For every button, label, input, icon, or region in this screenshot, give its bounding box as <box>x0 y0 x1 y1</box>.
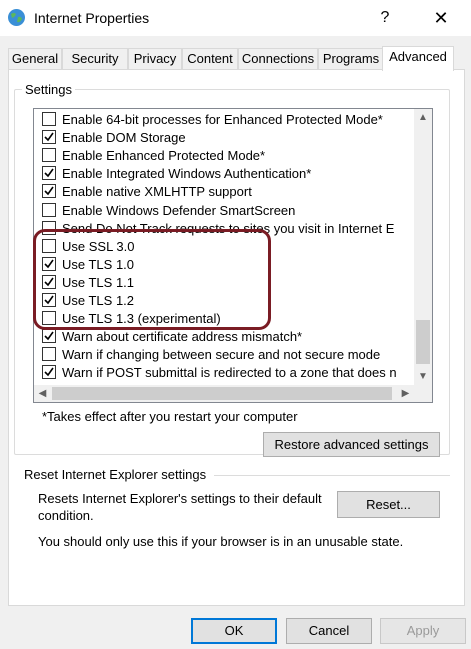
tab-privacy[interactable]: Privacy <box>128 48 182 70</box>
checkbox-unchecked-icon[interactable] <box>42 311 56 326</box>
reset-button[interactable]: Reset... <box>337 491 440 518</box>
setting-option-label: Send Do Not Track requests to sites you … <box>62 220 395 236</box>
scroll-right-icon[interactable]: ▶ <box>397 385 414 402</box>
apply-button[interactable]: Apply <box>380 618 466 644</box>
scroll-down-icon[interactable]: ▼ <box>414 368 432 385</box>
setting-option[interactable]: Send Do Not Track requests to sites you … <box>42 220 395 238</box>
checkbox-checked-icon[interactable] <box>42 365 56 380</box>
setting-option-label: Use TLS 1.2 <box>62 293 135 308</box>
setting-option[interactable]: Use TLS 1.2 <box>42 292 135 310</box>
checkbox-unchecked-icon[interactable] <box>42 112 56 126</box>
checkbox-unchecked-icon[interactable] <box>42 202 56 217</box>
tab-general[interactable]: General <box>8 48 62 70</box>
horizontal-scroll-thumb[interactable] <box>52 387 392 400</box>
tab-strip: General Security Privacy Content Connect… <box>8 46 468 71</box>
help-button[interactable]: ? <box>372 6 398 30</box>
checkbox-checked-icon[interactable] <box>42 293 56 307</box>
setting-option-label: Warn if POST submittal is redirected to … <box>62 365 397 381</box>
setting-option[interactable]: Enable Enhanced Protected Mode* <box>42 147 266 165</box>
tab-connections[interactable]: Connections <box>238 48 318 70</box>
tab-programs[interactable]: Programs <box>318 48 384 70</box>
setting-option-label: Enable DOM Storage <box>62 130 186 146</box>
setting-option[interactable]: Warn about certificate address mismatch* <box>42 328 303 346</box>
reset-description: Resets Internet Explorer's settings to t… <box>38 491 322 523</box>
setting-option-label: Enable Enhanced Protected Mode* <box>62 148 266 164</box>
checkbox-checked-icon[interactable] <box>42 274 56 289</box>
close-button[interactable]: ✕ <box>426 6 456 30</box>
title-bar: Internet Properties ? ✕ <box>0 0 471 36</box>
tab-advanced[interactable]: Advanced <box>382 46 454 71</box>
checkbox-unchecked-icon[interactable] <box>42 347 56 362</box>
setting-option-label: Enable Integrated Windows Authentication… <box>62 166 312 182</box>
tab-content[interactable]: Content <box>182 48 238 70</box>
checkbox-unchecked-icon[interactable] <box>42 220 56 235</box>
setting-option-label: Enable Windows Defender SmartScreen <box>62 202 296 218</box>
setting-option-label: Use TLS 1.3 (experimental) <box>62 311 221 327</box>
setting-option[interactable]: Enable DOM Storage <box>42 129 186 147</box>
scroll-left-icon[interactable]: ◀ <box>34 385 51 402</box>
reset-section-divider <box>214 475 450 476</box>
setting-option[interactable]: Use TLS 1.1 <box>42 274 135 292</box>
setting-option[interactable]: Use SSL 3.0 <box>42 238 135 256</box>
setting-option[interactable]: Enable Windows Defender SmartScreen <box>42 202 296 220</box>
setting-option[interactable]: Use TLS 1.3 (experimental) <box>42 310 221 328</box>
checkbox-checked-icon[interactable] <box>42 256 56 271</box>
internet-explorer-globe-icon <box>8 9 25 26</box>
setting-option-label: Enable native XMLHTTP support <box>62 184 252 200</box>
checkbox-checked-icon[interactable] <box>42 184 56 199</box>
setting-option-label: Warn about certificate address mismatch* <box>62 329 303 345</box>
setting-option[interactable]: Use TLS 1.0 <box>42 256 135 274</box>
cancel-button[interactable]: Cancel <box>286 618 372 644</box>
checkbox-unchecked-icon[interactable] <box>42 148 56 163</box>
checkbox-unchecked-icon[interactable] <box>42 238 56 253</box>
setting-option-label: Use SSL 3.0 <box>62 238 135 254</box>
vertical-scroll-thumb[interactable] <box>416 320 430 364</box>
scrollbar-corner <box>414 385 432 402</box>
setting-option-label: Use TLS 1.1 <box>62 274 135 290</box>
settings-group-label: Settings <box>22 82 75 97</box>
restart-note: *Takes effect after you restart your com… <box>42 409 298 424</box>
settings-list[interactable]: Enable 64-bit processes for Enhanced Pro… <box>33 108 433 403</box>
setting-option[interactable]: Enable Integrated Windows Authentication… <box>42 165 312 183</box>
setting-option-label: Warn if changing between secure and not … <box>62 347 381 363</box>
setting-option[interactable]: Enable 64-bit processes for Enhanced Pro… <box>42 111 383 129</box>
window-title: Internet Properties <box>34 10 150 26</box>
scroll-up-icon[interactable]: ▲ <box>414 109 432 126</box>
setting-option-label: Use TLS 1.0 <box>62 256 135 272</box>
tab-security[interactable]: Security <box>62 48 128 70</box>
restore-advanced-settings-button[interactable]: Restore advanced settings <box>263 432 440 457</box>
checkbox-checked-icon[interactable] <box>42 329 56 344</box>
setting-option[interactable]: Warn if changing between secure and not … <box>42 346 381 364</box>
horizontal-scrollbar[interactable]: ◀ ▶ <box>34 385 414 402</box>
vertical-scrollbar[interactable]: ▲ ▼ <box>414 109 432 385</box>
checkbox-checked-icon[interactable] <box>42 130 56 145</box>
setting-option[interactable]: Warn if POST submittal is redirected to … <box>42 364 397 382</box>
reset-warning-note: You should only use this if your browser… <box>38 534 404 549</box>
checkbox-checked-icon[interactable] <box>42 166 56 181</box>
reset-section-header: Reset Internet Explorer settings <box>24 467 207 482</box>
ok-button[interactable]: OK <box>191 618 277 644</box>
setting-option[interactable]: Enable native XMLHTTP support <box>42 183 252 201</box>
setting-option-label: Enable 64-bit processes for Enhanced Pro… <box>62 112 383 127</box>
